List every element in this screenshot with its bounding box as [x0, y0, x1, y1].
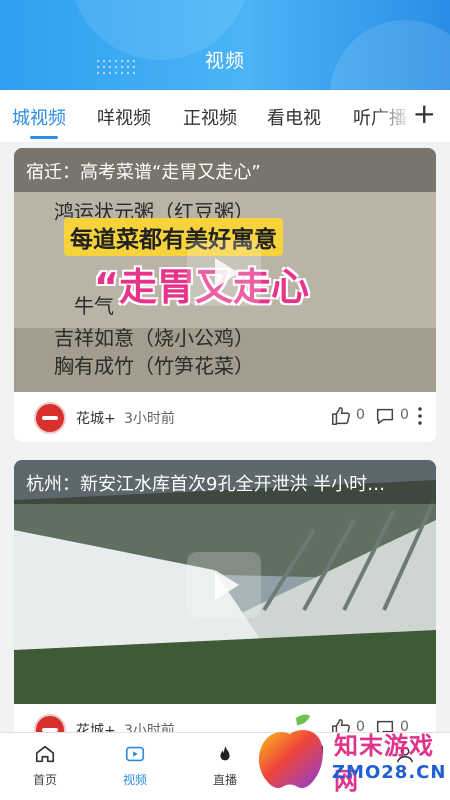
- thumb-bg-text: 胸有成竹（竹笋花菜）: [54, 354, 254, 378]
- play-icon[interactable]: [187, 240, 261, 306]
- tab-mie-video[interactable]: 咩视频: [97, 104, 151, 130]
- tab-zheng-video[interactable]: 正视频: [183, 104, 237, 130]
- nav-video[interactable]: 视频: [90, 733, 180, 800]
- video-meta: 花城+ 3小时前 0 0: [14, 392, 436, 442]
- source-avatar[interactable]: [34, 402, 66, 434]
- home-icon: [35, 745, 55, 763]
- active-tab-indicator: [30, 136, 58, 139]
- thumb-bg-text: 吉祥如意（烧小公鸡）: [54, 326, 254, 350]
- nav-label: 首页: [32, 773, 57, 787]
- video-title: 宿迁：高考菜谱“走胃又走心”: [14, 148, 436, 192]
- like-count: 0: [356, 407, 365, 423]
- watermark-url: ZMO28.CN: [332, 762, 447, 783]
- tab-tv[interactable]: 看电视: [267, 104, 321, 130]
- like-icon[interactable]: [330, 405, 352, 427]
- apple-logo-icon: [258, 714, 323, 788]
- nav-home[interactable]: 首页: [0, 733, 90, 800]
- channel-tabs: 城视频 咩视频 正视频 看电视 听广播 +: [0, 90, 450, 142]
- watermark: 知末游戏网 ZMO28.CN: [250, 712, 450, 800]
- source-name[interactable]: 花城+: [76, 408, 116, 428]
- add-channel-icon[interactable]: +: [413, 98, 436, 130]
- comment-count: 0: [400, 407, 409, 423]
- page-title: 视频: [204, 50, 245, 72]
- tabs-fade: [372, 90, 412, 142]
- tab-city-video[interactable]: 城视频: [12, 104, 66, 130]
- video-card[interactable]: 鸿运状元粥（红豆粥） 牛气 吉祥如意（烧小公鸡） 胸有成竹（竹笋花菜） 每道菜都…: [14, 148, 436, 442]
- play-icon[interactable]: [187, 552, 261, 618]
- video-card[interactable]: 杭州：新安江水库首次9孔全开泄洪 半小时… 花城+ 3小时前 0 0: [14, 460, 436, 754]
- video-icon: [125, 746, 145, 762]
- more-icon[interactable]: [416, 404, 424, 428]
- video-thumbnail[interactable]: 鸿运状元粥（红豆粥） 牛气 吉祥如意（烧小公鸡） 胸有成竹（竹笋花菜） 每道菜都…: [14, 148, 436, 392]
- app-header: 视频: [0, 0, 450, 90]
- video-title: 杭州：新安江水库首次9孔全开泄洪 半小时…: [14, 460, 436, 504]
- nav-label: 视频: [122, 773, 147, 787]
- flame-icon: [220, 745, 230, 761]
- comment-icon[interactable]: [374, 405, 396, 427]
- video-thumbnail[interactable]: 杭州：新安江水库首次9孔全开泄洪 半小时…: [14, 460, 436, 704]
- watermark-text: 知末游戏网: [334, 732, 434, 795]
- publish-time: 3小时前: [124, 411, 175, 427]
